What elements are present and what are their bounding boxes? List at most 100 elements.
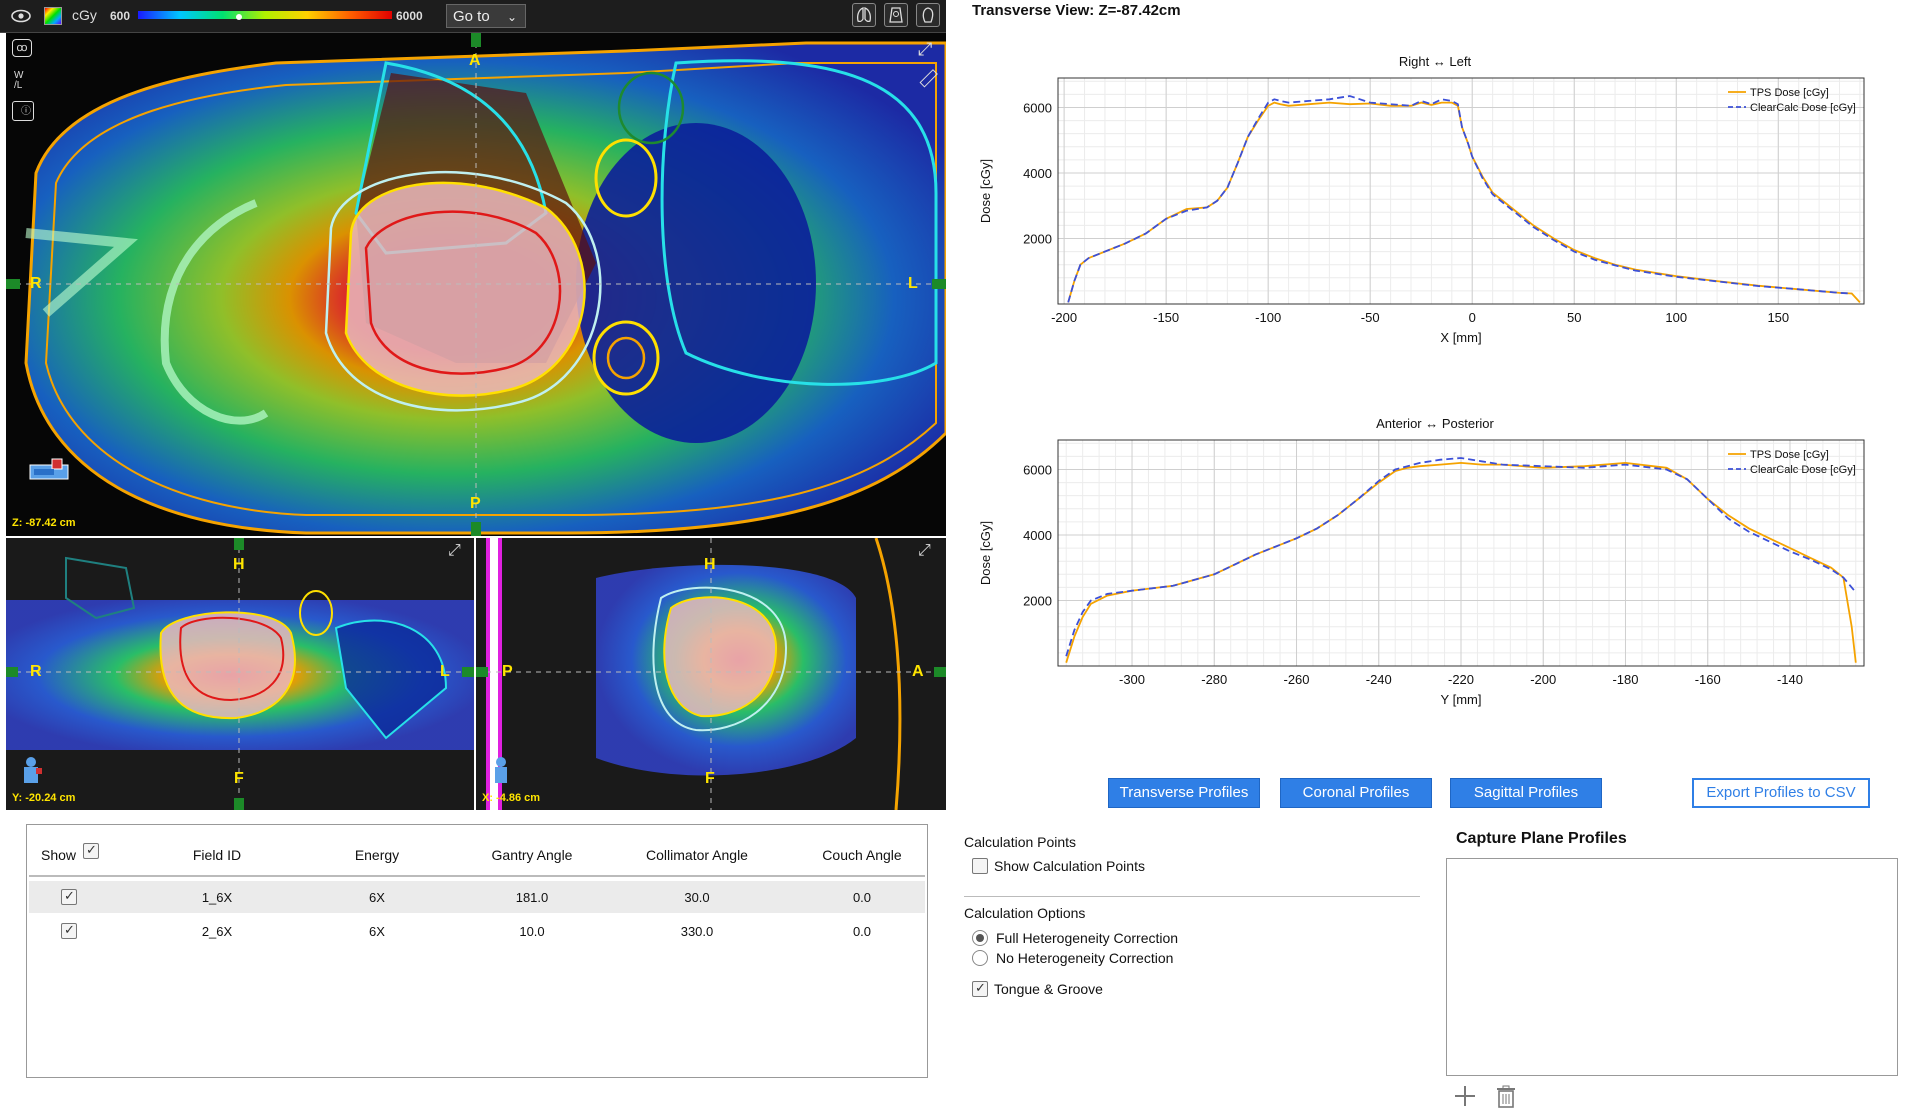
sagittal-profiles-button[interactable]: Sagittal Profiles bbox=[1450, 778, 1602, 808]
y-tick-label: 6000 bbox=[1023, 462, 1052, 477]
x-tick-label: -150 bbox=[1153, 310, 1179, 325]
orientation-left: L bbox=[908, 275, 918, 292]
x-tick-label: -100 bbox=[1255, 310, 1281, 325]
expand-icon[interactable]: ⤢ bbox=[918, 39, 932, 60]
y-tick-label: 2000 bbox=[1023, 593, 1052, 608]
x-axis-label: X [mm] bbox=[1440, 330, 1481, 345]
expand-icon[interactable]: ⤢ bbox=[448, 542, 461, 560]
full-heterogeneity-label: Full Heterogeneity Correction bbox=[996, 930, 1179, 946]
legend-label: ClearCalc Dose [cGy] bbox=[1750, 464, 1856, 476]
no-heterogeneity-label: No Heterogeneity Correction bbox=[996, 950, 1174, 966]
x-tick-label: -180 bbox=[1612, 672, 1638, 687]
expand-icon[interactable]: ⤢ bbox=[918, 542, 931, 560]
info-icon[interactable]: ⓘ bbox=[12, 101, 34, 121]
col-header-gantry: Gantry Angle bbox=[491, 847, 573, 863]
transverse-profiles-button[interactable]: Transverse Profiles bbox=[1108, 778, 1260, 808]
calc-options-title: Calculation Options bbox=[964, 905, 1086, 921]
row-show-checkbox[interactable] bbox=[61, 922, 77, 939]
orientation-right: R bbox=[30, 275, 42, 292]
x-tick-label: -200 bbox=[1051, 310, 1077, 325]
x-tick-label: -140 bbox=[1777, 672, 1803, 687]
x-tick-label: -300 bbox=[1119, 672, 1145, 687]
window-level-icon[interactable]: W/L bbox=[14, 71, 23, 91]
lungs-view-icon[interactable] bbox=[852, 3, 876, 27]
trash-icon[interactable] bbox=[1494, 1084, 1518, 1108]
cell-gantry: 10.0 bbox=[519, 924, 545, 939]
orientation-feet: F bbox=[705, 770, 715, 787]
coronal-viewport[interactable]: H F R L Y: -20.24 cm ⤢ bbox=[6, 538, 474, 810]
table-row[interactable]: 1_6X 6X 181.0 30.0 0.0 bbox=[29, 881, 925, 913]
eye-icon[interactable] bbox=[10, 6, 32, 26]
row-show-checkbox[interactable] bbox=[61, 888, 77, 905]
table-row[interactable]: 2_6X 6X 10.0 330.0 0.0 bbox=[29, 915, 925, 947]
orientation-left: L bbox=[440, 663, 450, 680]
export-csv-button[interactable]: Export Profiles to CSV bbox=[1692, 778, 1870, 808]
show-calc-points-label: Show Calculation Points bbox=[994, 858, 1145, 874]
orientation-head: H bbox=[233, 556, 245, 573]
lungs-icon[interactable]: ꝏ bbox=[12, 39, 32, 57]
x-tick-label: 150 bbox=[1767, 310, 1789, 325]
view-title: Transverse View: Z=-87.42cm bbox=[972, 2, 1181, 19]
colorwash-icon[interactable] bbox=[44, 7, 62, 25]
no-heterogeneity-radio[interactable] bbox=[972, 950, 988, 966]
coronal-profiles-button[interactable]: Coronal Profiles bbox=[1280, 778, 1432, 808]
cell-couch: 0.0 bbox=[852, 924, 872, 939]
transverse-viewport[interactable]: A P R L Z: -87.42 cm ꝏ W/L ⓘ ⤢ bbox=[6, 33, 946, 536]
capture-list[interactable] bbox=[1446, 858, 1898, 1076]
x-tick-label: -50 bbox=[1361, 310, 1380, 325]
transverse-slice-position: Z: -87.42 cm bbox=[12, 517, 76, 529]
x-tick-label: -220 bbox=[1448, 672, 1474, 687]
orientation-right: R bbox=[30, 663, 42, 680]
y-tick-label: 2000 bbox=[1023, 231, 1052, 246]
legend-label: TPS Dose [cGy] bbox=[1750, 87, 1829, 99]
col-header-energy: Energy bbox=[354, 847, 400, 863]
col-header-field-id: Field ID bbox=[192, 847, 242, 863]
capture-title: Capture Plane Profiles bbox=[1456, 830, 1627, 847]
x-tick-label: 0 bbox=[1469, 310, 1476, 325]
orientation-anterior: A bbox=[912, 663, 924, 680]
orientation-figure-icon bbox=[486, 756, 516, 790]
x-tick-label: -280 bbox=[1201, 672, 1227, 687]
dose-unit-label: cGy bbox=[72, 7, 97, 23]
ruler-icon[interactable] bbox=[918, 69, 938, 89]
x-tick-label: -200 bbox=[1530, 672, 1556, 687]
orientation-cube-icon bbox=[26, 457, 76, 487]
chart-title: Anterior ↔ Posterior bbox=[1376, 416, 1494, 431]
x-axis-label: Y [mm] bbox=[1441, 692, 1482, 707]
orientation-feet: F bbox=[234, 770, 244, 787]
section-divider bbox=[964, 896, 1420, 897]
orientation-posterior: P bbox=[470, 495, 481, 512]
orientation-figure-icon bbox=[16, 756, 46, 790]
chart-right-left: Right ↔ Left -200 -150 -100 -50 0 50 100 150 200… bbox=[970, 50, 1900, 390]
sagittal-slice-position: X: -4.86 cm bbox=[482, 792, 541, 804]
col-header-show: Show bbox=[41, 847, 77, 863]
torso-view-icon[interactable] bbox=[884, 3, 908, 27]
legend-label: TPS Dose [cGy] bbox=[1750, 449, 1829, 461]
chart-anterior-posterior: Anterior ↔ Posterior -300 -280 -260 -240 -22… bbox=[970, 412, 1900, 752]
legend-label: ClearCalc Dose [cGy] bbox=[1750, 102, 1856, 114]
goto-dropdown[interactable]: Go to ⌄ bbox=[446, 4, 526, 28]
tongue-groove-checkbox[interactable] bbox=[972, 980, 988, 997]
chart-title: Right ↔ Left bbox=[1398, 54, 1472, 69]
cell-field-id: 1_6X bbox=[201, 890, 233, 905]
plot-frame bbox=[1057, 77, 1865, 305]
add-icon[interactable] bbox=[1453, 1084, 1477, 1108]
x-tick-label: 100 bbox=[1665, 310, 1687, 325]
show-all-checkbox[interactable] bbox=[83, 842, 99, 859]
calc-points-title: Calculation Points bbox=[964, 834, 1077, 850]
y-axis-label: Dose [cGy] bbox=[978, 521, 993, 585]
dose-range-slider-thumb[interactable] bbox=[236, 14, 242, 20]
dose-range-slider[interactable] bbox=[138, 11, 392, 20]
cell-collimator: 330.0 bbox=[680, 924, 714, 939]
chevron-down-icon: ⌄ bbox=[506, 10, 517, 24]
show-calc-points-checkbox[interactable] bbox=[972, 858, 988, 874]
cell-collimator: 30.0 bbox=[684, 890, 710, 905]
x-tick-label: -160 bbox=[1695, 672, 1721, 687]
head-view-icon[interactable] bbox=[916, 3, 940, 27]
sagittal-viewport[interactable]: H F P A X: -4.86 cm ⤢ bbox=[476, 538, 946, 810]
cell-energy: 6X bbox=[369, 924, 385, 939]
y-tick-label: 6000 bbox=[1023, 100, 1052, 115]
full-heterogeneity-radio[interactable] bbox=[972, 930, 988, 946]
col-header-couch: Couch Angle bbox=[822, 847, 902, 863]
y-axis-label: Dose [cGy] bbox=[978, 159, 993, 223]
